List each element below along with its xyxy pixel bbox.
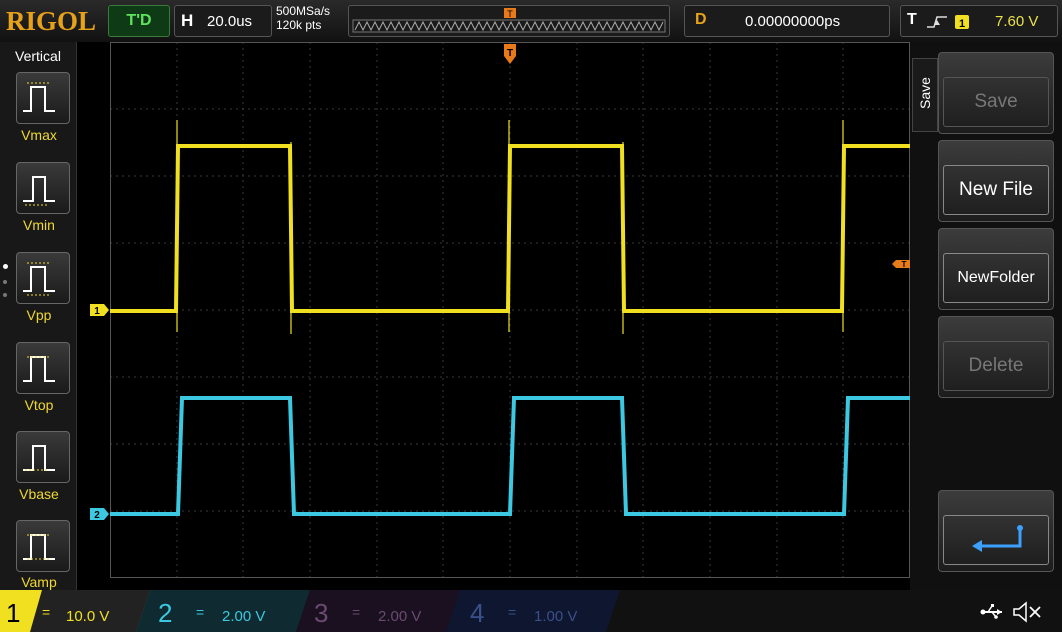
vtop-icon <box>23 356 55 382</box>
vmax-button[interactable] <box>16 72 70 124</box>
memory-waveform-overview: T <box>352 8 666 33</box>
trigger-level-letter: T <box>902 260 907 269</box>
waveform-display[interactable]: T T <box>110 42 910 578</box>
trigger-box[interactable]: T 1 7.60 V <box>900 5 1058 37</box>
delay-box[interactable]: D 0.00000000ps <box>684 5 890 37</box>
horizontal-key: H <box>181 11 194 30</box>
vtop-button[interactable] <box>16 342 70 394</box>
return-button-frame <box>943 515 1049 565</box>
delete-button[interactable]: Delete <box>938 316 1054 398</box>
ch3-scale: 2.00 V <box>378 608 422 625</box>
horizontal-timebase-box[interactable]: H 20.0us <box>174 5 272 37</box>
ch1-offset-marker[interactable]: 1 <box>88 302 110 318</box>
memory-depth: 120k pts <box>276 18 322 32</box>
timebase-value: 20.0us <box>207 13 253 30</box>
save-menu-tab: Save <box>912 58 938 132</box>
mute-icon[interactable] <box>1010 600 1044 624</box>
trigger-position-letter: T <box>507 48 513 59</box>
vamp-label: Vamp <box>21 574 57 590</box>
new-folder-button[interactable]: NewFolder <box>938 228 1054 310</box>
delete-button-label: Delete <box>943 341 1049 391</box>
ch2-tab-number[interactable]: 2 <box>158 598 172 629</box>
new-file-button[interactable]: New File <box>938 140 1054 222</box>
return-arrow-icon <box>972 525 1023 552</box>
trigger-source: 1 <box>959 18 965 30</box>
ch2-coupling-icon: = <box>196 604 205 620</box>
trigger-key: T <box>907 11 917 28</box>
vpp-button[interactable] <box>16 252 70 304</box>
save-menu-title: Save <box>917 77 933 109</box>
menu-page-dot <box>3 280 7 284</box>
return-button[interactable] <box>938 490 1054 572</box>
trigger-level: 7.60 V <box>995 13 1039 30</box>
ch1-waveform <box>110 144 910 313</box>
save-button[interactable]: Save <box>938 52 1054 134</box>
ch4-coupling-icon: = <box>508 604 517 620</box>
trigger-position-marker[interactable]: T <box>504 44 516 64</box>
trigger-level-marker[interactable]: T <box>892 260 910 269</box>
ch2-scale: 2.00 V <box>222 608 266 625</box>
menu-page-dot-active <box>3 264 8 269</box>
delay-key: D <box>695 11 707 28</box>
ch1-scale: 10.0 V <box>66 608 110 625</box>
new-file-button-label: New File <box>943 165 1049 215</box>
channel-tabs-background <box>0 590 620 632</box>
rigol-logo: RIGOL <box>6 6 97 36</box>
ch3-coupling-icon: = <box>352 604 361 620</box>
vmin-label: Vmin <box>23 217 55 233</box>
ch3-tab-number[interactable]: 3 <box>314 598 328 629</box>
vertical-panel-title: Vertical <box>15 48 61 64</box>
vmax-label: Vmax <box>21 127 57 143</box>
vbase-button[interactable] <box>16 431 70 483</box>
vmin-button[interactable] <box>16 162 70 214</box>
trigger-edge-icon: 1 <box>927 15 969 30</box>
new-folder-button-label: NewFolder <box>943 253 1049 303</box>
ch1-tab-number[interactable]: 1 <box>6 598 20 629</box>
vmax-icon <box>23 82 55 112</box>
sample-rate: 500MSa/s <box>276 4 331 18</box>
ch4-scale: 1.00 V <box>534 608 578 625</box>
memory-overview-window[interactable]: T <box>348 5 670 37</box>
usb-icon <box>980 604 1002 619</box>
ch2-marker-label: 2 <box>94 510 100 521</box>
vamp-button[interactable] <box>16 520 70 572</box>
vamp-icon <box>23 534 55 560</box>
vmin-icon <box>23 176 55 206</box>
memory-trigger-letter: T <box>507 9 513 19</box>
vbase-label: Vbase <box>19 486 59 502</box>
vtop-label: Vtop <box>24 397 54 413</box>
delay-value: 0.00000000ps <box>745 13 841 30</box>
menu-page-dot <box>3 293 7 297</box>
ch1-marker-label: 1 <box>94 306 100 317</box>
run-status-badge[interactable]: T'D <box>108 5 170 37</box>
acquisition-info: 500MSa/s 120k pts <box>276 4 330 32</box>
save-button-label: Save <box>943 77 1049 127</box>
ch2-offset-marker[interactable]: 2 <box>88 506 110 522</box>
vpp-label: Vpp <box>26 307 52 323</box>
ch4-tab-number[interactable]: 4 <box>470 598 484 629</box>
vbase-icon <box>23 445 55 471</box>
ch1-coupling-icon: = <box>42 604 51 620</box>
vpp-icon <box>23 262 55 296</box>
